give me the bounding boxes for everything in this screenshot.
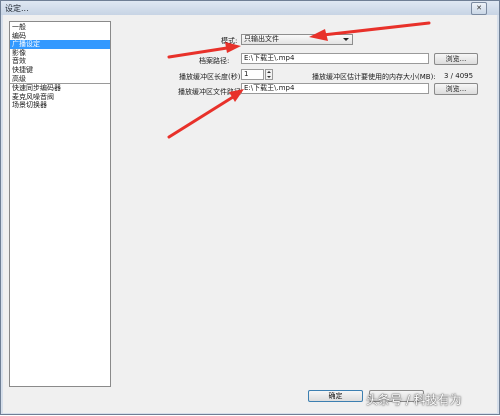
window-title: 设定... [5,4,29,13]
browse-file-path-button[interactable]: 浏览... [434,53,478,65]
buffer-length-stepper[interactable] [265,69,273,80]
browse-buffer-path-button[interactable]: 浏览... [434,83,478,95]
stepper-up-icon[interactable] [267,71,271,73]
watermark: 头条号 / 科技有为 [366,393,462,407]
buffer-length-field[interactable]: 1 [241,69,264,80]
sidebar-item-quicksync[interactable]: 快速同步编码器 [10,83,110,93]
stepper-down-icon[interactable] [267,76,271,78]
sidebar-item-hotkeys[interactable]: 快捷键 [10,66,110,75]
sidebar-item-general[interactable]: 一般 [10,23,110,32]
settings-window: 设定... ✕ 一般 编码 广播设定 影像 音效 快捷键 高级 快速同步编码器 … [0,0,500,415]
memory-estimate-label: 播放缓冲区估计要使用的内存大小(MB): [312,73,436,81]
file-path-label: 档案路径: [199,57,230,65]
sidebar-item-audio[interactable]: 音效 [10,57,110,66]
buffer-length-label: 播放缓冲区长度(秒): [179,73,243,81]
file-path-field[interactable]: E:\下载王\.mp4 [241,53,429,64]
mode-label: 模式: [221,37,238,45]
ok-button[interactable]: 确定 [308,390,363,402]
sidebar-item-scene-switcher[interactable]: 场景切换器 [10,101,110,110]
close-button[interactable]: ✕ [471,2,487,15]
mode-select-value: 只输出文件 [244,35,279,43]
mode-select[interactable]: 只输出文件 [241,34,353,45]
settings-category-list[interactable]: 一般 编码 广播设定 影像 音效 快捷键 高级 快速同步编码器 麦克风噪音阀 场… [9,21,111,387]
buffer-file-path-label: 播放缓冲区文件路径: [178,88,244,96]
sidebar-item-broadcast[interactable]: 广播设定 [10,40,110,49]
sidebar-item-advanced[interactable]: 高级 [10,75,110,84]
sidebar-item-encoding[interactable]: 编码 [10,32,110,41]
buffer-file-path-field[interactable]: E:\下载王\.mp4 [241,83,429,94]
title-bar[interactable]: 设定... ✕ [1,1,499,15]
chevron-down-icon [343,38,349,41]
dialog-body: 一般 编码 广播设定 影像 音效 快捷键 高级 快速同步编码器 麦克风噪音阀 场… [3,15,497,413]
memory-estimate-value: 3 / 4095 [444,72,474,80]
